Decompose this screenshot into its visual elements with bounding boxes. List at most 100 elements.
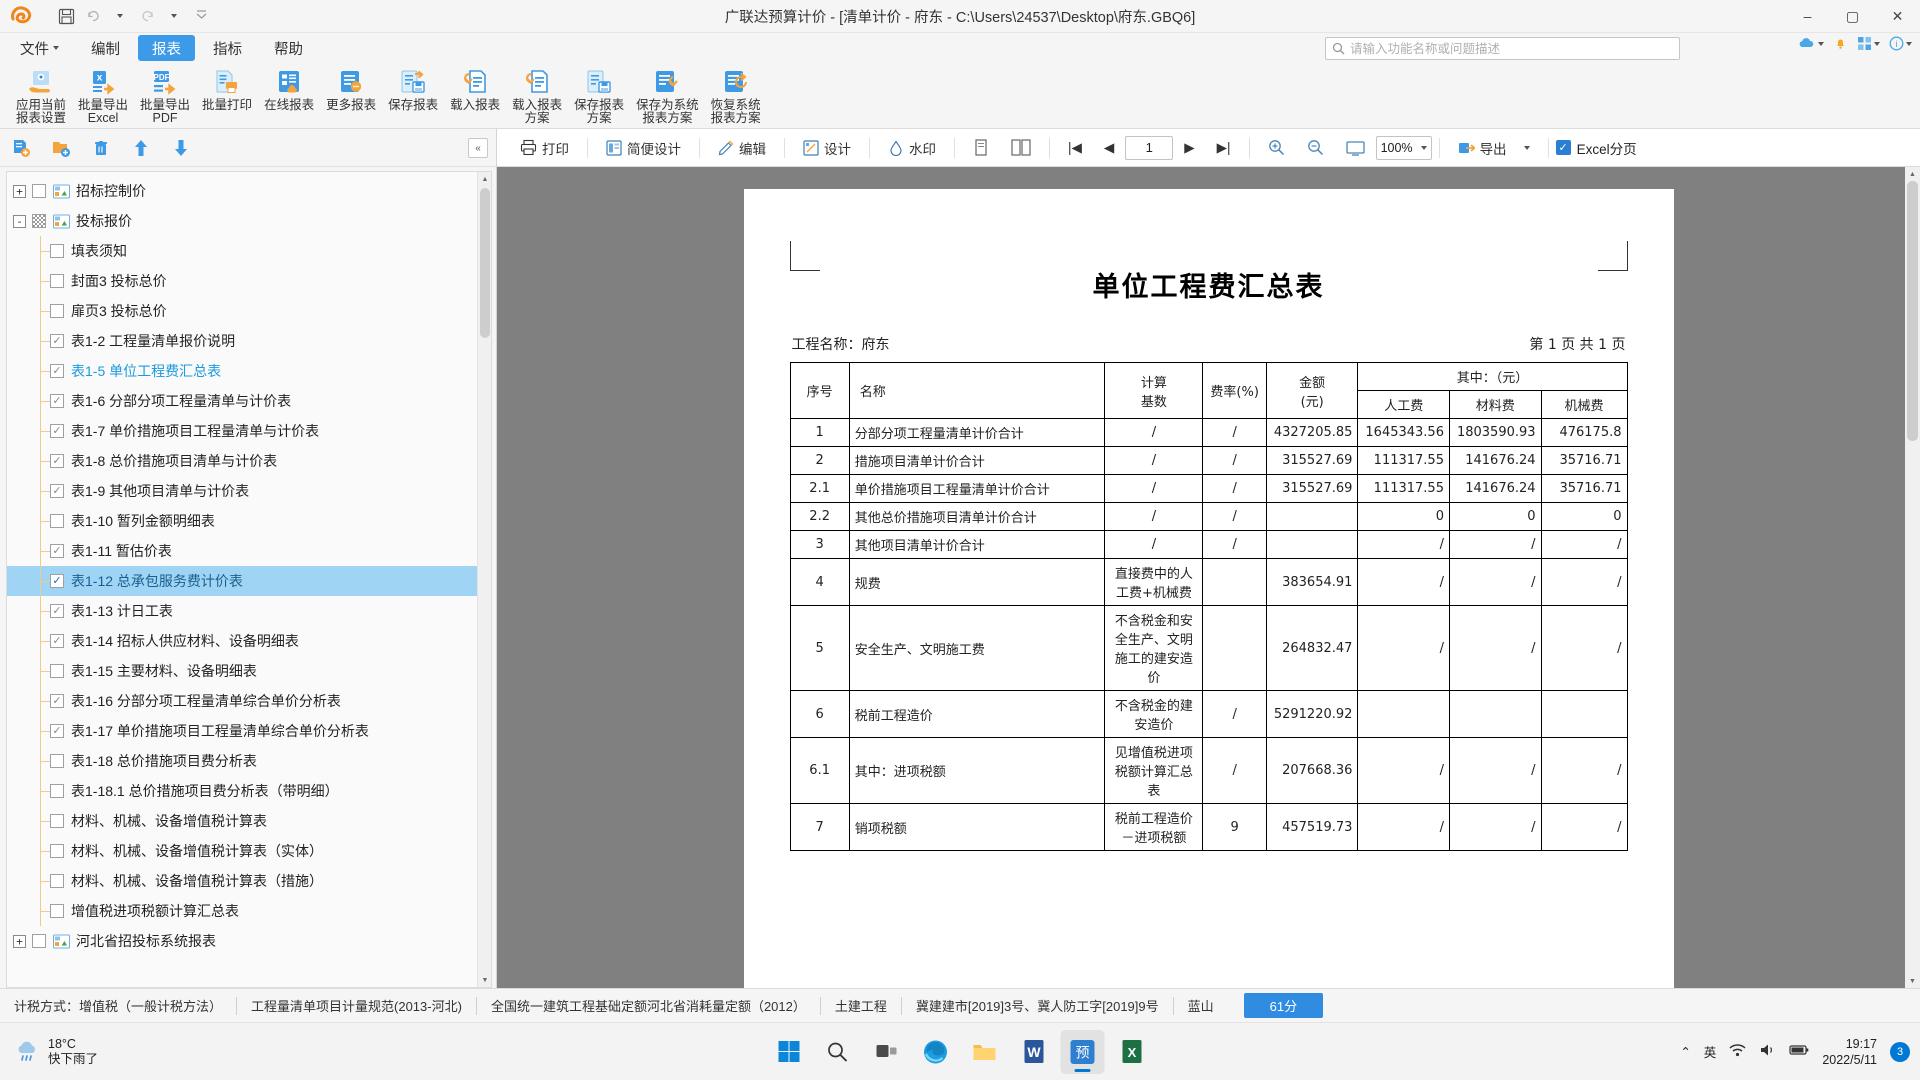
undo-dropdown-icon[interactable] — [108, 4, 132, 28]
ribbon-save-report-plan[interactable]: 保存报表 方案 — [568, 65, 630, 127]
redo-icon[interactable] — [135, 4, 159, 28]
delete-icon[interactable] — [90, 137, 112, 159]
next-page-button[interactable]: ▶ — [1173, 134, 1205, 162]
notification-bell-icon[interactable] — [1833, 36, 1848, 51]
tree-node[interactable]: 表1-11 暂估价表 — [7, 536, 477, 566]
search-button[interactable] — [816, 1030, 860, 1074]
tree-node[interactable]: 表1-14 招标人供应材料、设备明细表 — [7, 626, 477, 656]
minimize-button[interactable]: – — [1785, 0, 1830, 33]
tree-node[interactable]: 表1-13 计日工表 — [7, 596, 477, 626]
tree-node[interactable]: 材料、机械、设备增值税计算表 — [7, 806, 477, 836]
weather-widget[interactable]: 18°C 快下雨了 — [0, 1037, 98, 1067]
menu-file[interactable]: 文件 — [6, 35, 73, 61]
save-icon[interactable] — [54, 4, 78, 28]
tree-node[interactable]: 表1-9 其他项目清单与计价表 — [7, 476, 477, 506]
tree-node[interactable]: 表1-2 工程量清单报价说明 — [7, 326, 477, 356]
design-button[interactable]: 设计 — [792, 134, 862, 162]
tree-expander[interactable]: - — [13, 214, 26, 228]
volume-icon[interactable] — [1759, 1043, 1776, 1060]
tree-node[interactable]: 材料、机械、设备增值税计算表（实体） — [7, 836, 477, 866]
clock[interactable]: 19:17 2022/5/11 — [1822, 1036, 1877, 1068]
tree-checkbox[interactable] — [50, 874, 64, 888]
last-page-button[interactable]: ▶| — [1206, 134, 1242, 162]
preview-app[interactable]: 预 — [1060, 1029, 1105, 1074]
wifi-icon[interactable] — [1729, 1043, 1746, 1060]
tree-node[interactable]: 填表须知 — [7, 236, 477, 266]
tree-node[interactable]: 表1-12 总承包服务费计价表 — [7, 566, 477, 596]
tree-checkbox[interactable] — [50, 814, 64, 828]
tree-node[interactable]: 表1-18 总价措施项目费分析表 — [7, 746, 477, 776]
tree-node[interactable]: 表1-15 主要材料、设备明细表 — [7, 656, 477, 686]
ribbon-load-report-plan[interactable]: 载入报表 方案 — [506, 65, 568, 127]
tree-node[interactable]: 表1-16 分部分项工程量清单综合单价分析表 — [7, 686, 477, 716]
tree-node[interactable]: 表1-10 暂列金额明细表 — [7, 506, 477, 536]
file-explorer-app[interactable] — [963, 1030, 1007, 1074]
excel-app[interactable]: X — [1110, 1030, 1154, 1074]
preview-scroll-down-icon[interactable]: ▼ — [1905, 974, 1920, 988]
prev-page-button[interactable]: ◀ — [1093, 134, 1125, 162]
battery-icon[interactable] — [1789, 1044, 1809, 1059]
first-page-button[interactable]: |◀ — [1057, 134, 1093, 162]
watermark-button[interactable]: 水印 — [877, 134, 947, 162]
tree-node[interactable]: 表1-18.1 总价措施项目费分析表（带明细） — [7, 776, 477, 806]
more-commands-icon[interactable] — [189, 4, 213, 28]
menu-edit[interactable]: 编制 — [77, 35, 134, 61]
tree-expander[interactable]: + — [13, 184, 26, 198]
document-preview-area[interactable]: 单位工程费汇总表 工程名称：府东 第 1 页 共 1 页 序号 名称 计算 基数… — [497, 167, 1920, 988]
preview-vertical-scrollbar[interactable]: ▲ ▼ — [1905, 167, 1920, 988]
move-down-icon[interactable] — [170, 137, 192, 159]
tree-node[interactable]: + 河北省招投标系统报表 — [7, 926, 477, 956]
print-button[interactable]: 打印 — [509, 134, 580, 162]
ribbon-export-excel[interactable]: x 批量导出 Excel — [72, 65, 134, 127]
ribbon-more-report[interactable]: 更多报表 — [320, 65, 382, 127]
tree-checkbox[interactable] — [50, 394, 64, 408]
menu-report[interactable]: 报表 — [138, 35, 195, 61]
tree-checkbox[interactable] — [50, 904, 64, 918]
notification-badge[interactable]: 3 — [1890, 1041, 1910, 1062]
word-app[interactable]: W — [1012, 1030, 1056, 1074]
tree-checkbox[interactable] — [32, 214, 46, 228]
excel-paging-checkbox[interactable]: ✓ Excel分页 — [1555, 138, 1637, 158]
tree-checkbox[interactable] — [50, 364, 64, 378]
tree-checkbox[interactable] — [50, 754, 64, 768]
tree-node[interactable]: 材料、机械、设备增值税计算表（措施） — [7, 866, 477, 896]
scroll-thumb[interactable] — [480, 188, 490, 338]
redo-dropdown-icon[interactable] — [162, 4, 186, 28]
start-button[interactable] — [767, 1030, 811, 1074]
search-input[interactable] — [1350, 41, 1673, 56]
search-box[interactable] — [1325, 37, 1680, 60]
tree-node[interactable]: 扉页3 投标总价 — [7, 296, 477, 326]
tree-checkbox[interactable] — [50, 574, 64, 588]
tree-node[interactable]: 表1-5 单位工程费汇总表 — [7, 356, 477, 386]
add-folder-icon[interactable] — [50, 137, 72, 159]
tree-checkbox[interactable] — [50, 544, 64, 558]
close-button[interactable]: ✕ — [1875, 0, 1920, 33]
tree-expander[interactable]: + — [13, 934, 26, 948]
tree-checkbox[interactable] — [50, 244, 64, 258]
zoom-in-button[interactable] — [1257, 134, 1296, 162]
ribbon-apply-current[interactable]: 应用当前 报表设置 — [10, 65, 72, 127]
zoom-level-select[interactable]: 100% — [1375, 135, 1432, 160]
cloud-sync-icon[interactable] — [1797, 36, 1824, 51]
menu-help[interactable]: 帮助 — [260, 35, 317, 61]
tree-checkbox[interactable] — [32, 184, 46, 198]
ime-indicator[interactable]: 英 — [1704, 1042, 1717, 1061]
preview-scroll-thumb[interactable] — [1907, 181, 1918, 441]
move-up-icon[interactable] — [130, 137, 152, 159]
apps-grid-icon[interactable] — [1857, 36, 1880, 51]
tree-node[interactable]: + 招标控制价 — [7, 176, 477, 206]
page-number-input[interactable]: 1 — [1125, 135, 1174, 160]
tree-checkbox[interactable] — [50, 844, 64, 858]
help-circle-icon[interactable]: i — [1889, 36, 1912, 51]
tree-checkbox[interactable] — [50, 634, 64, 648]
add-report-icon[interactable] — [10, 137, 32, 159]
tree-checkbox[interactable] — [50, 694, 64, 708]
tree-node[interactable]: 表1-17 单价措施项目工程量清单综合单价分析表 — [7, 716, 477, 746]
preview-scroll-up-icon[interactable]: ▲ — [1905, 167, 1920, 181]
ribbon-restore-system-plan[interactable]: 恢复系统 报表方案 — [705, 65, 767, 127]
ribbon-online-report[interactable]: 在线报表 — [258, 65, 320, 127]
tree-checkbox[interactable] — [50, 724, 64, 738]
tree-checkbox[interactable] — [50, 484, 64, 498]
tree-checkbox[interactable] — [50, 334, 64, 348]
tree-node[interactable]: 表1-8 总价措施项目清单与计价表 — [7, 446, 477, 476]
